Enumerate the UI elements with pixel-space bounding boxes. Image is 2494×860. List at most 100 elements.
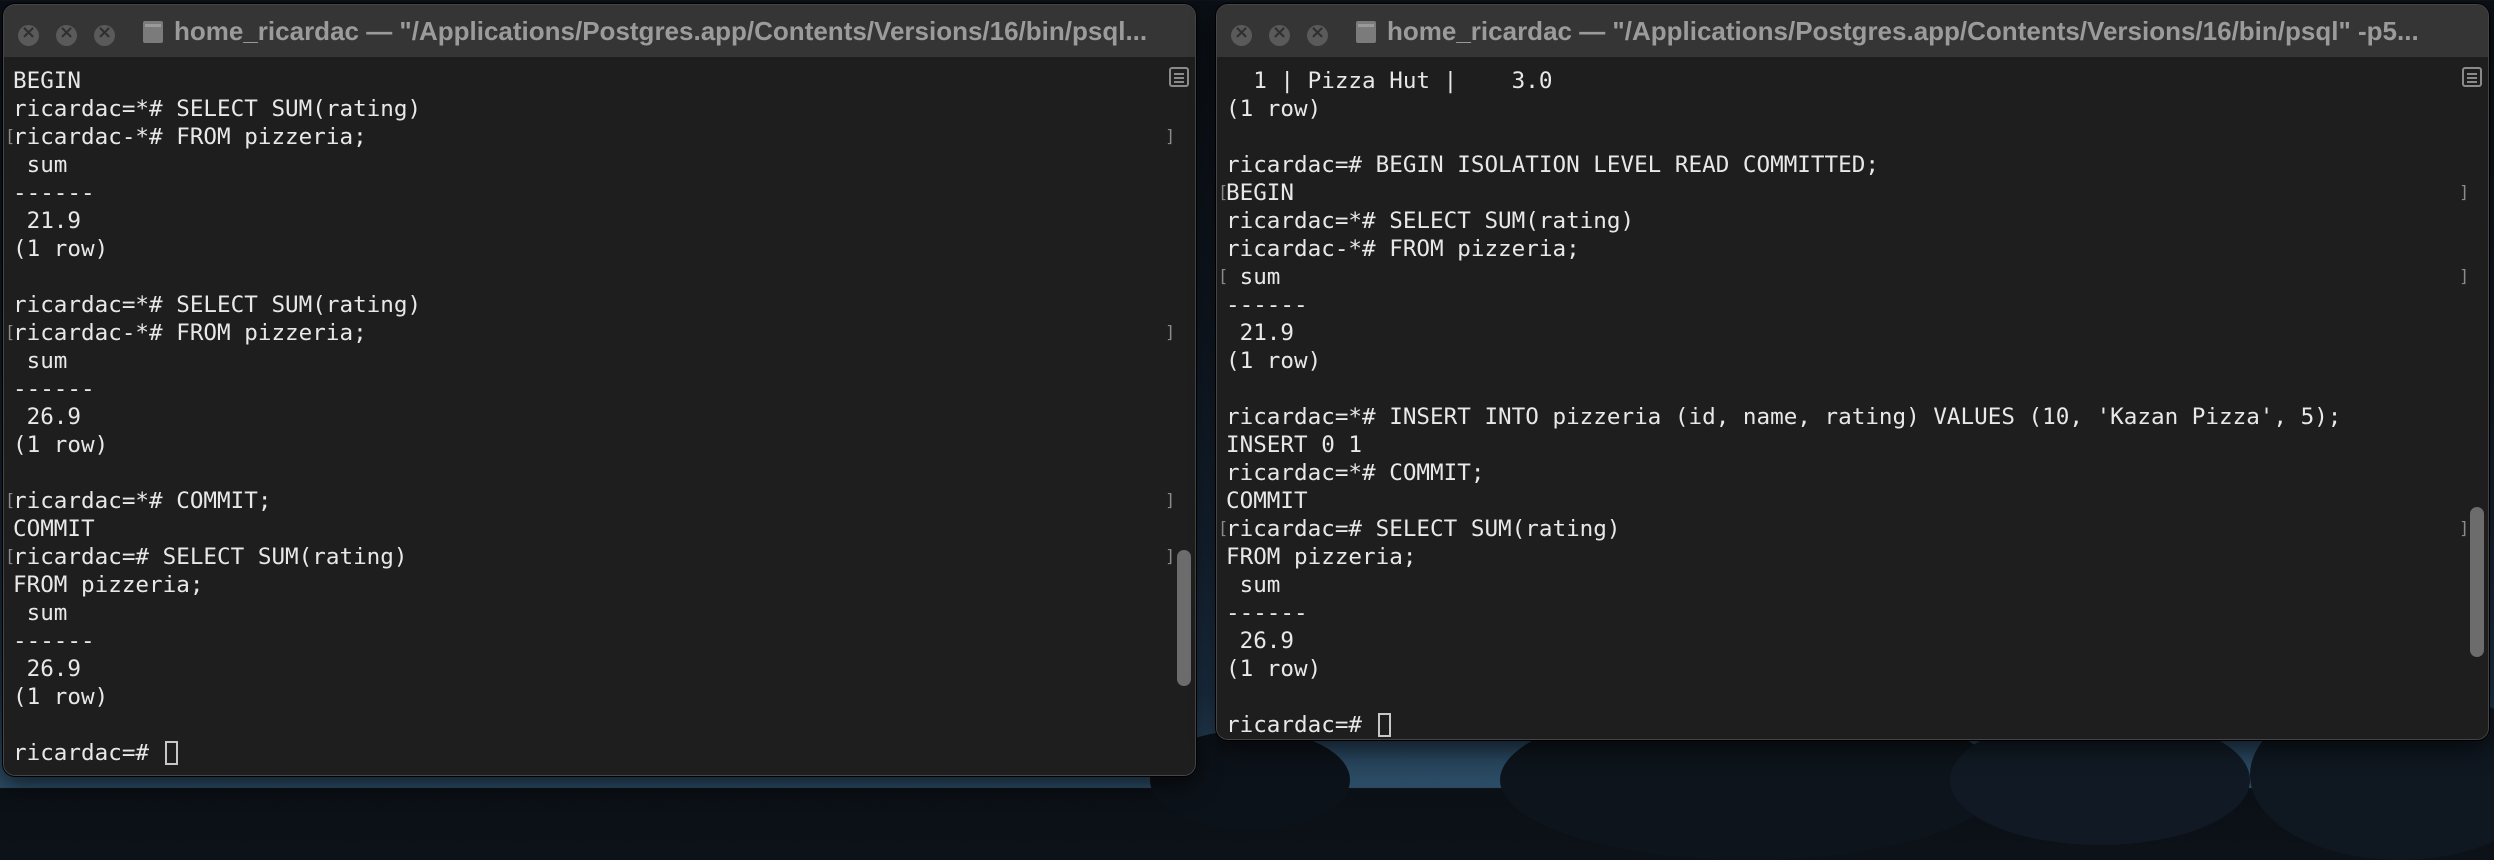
terminal-line: ricardac=*# SELECT SUM(rating) (13, 95, 421, 123)
terminal-line-text: 21.9 (13, 208, 82, 234)
terminal-line: sum (13, 151, 421, 179)
terminal-line-text: (1 row) (13, 684, 109, 710)
terminal-line-text: (1 row) (1226, 96, 1322, 122)
text-cursor (164, 741, 178, 765)
terminal-line-text: sum (1226, 572, 1281, 598)
terminal-line-text: ricardac=*# COMMIT; (1226, 460, 1485, 486)
scrollbar[interactable] (1177, 99, 1191, 769)
terminal-line: ricardac=*# SELECT SUM(rating) (1226, 207, 2341, 235)
scrollbar[interactable] (2470, 99, 2484, 733)
mark-bracket: ] (1165, 491, 1176, 511)
terminal-line-text: ------ (1226, 600, 1308, 626)
terminal-window-left[interactable]: home_ricardac — "/Applications/Postgres.… (3, 4, 1196, 776)
terminal-line: (1 row) (13, 235, 421, 263)
terminal-line-text: ricardac-*# FROM pizzeria; (1226, 236, 1580, 262)
terminal-line-text: 21.9 (1226, 320, 1295, 346)
zoom-icon[interactable] (94, 22, 115, 46)
terminal-line-text: (1 row) (1226, 656, 1322, 682)
terminal-line: BEGIN] (1218, 179, 2469, 207)
terminal-line: 21.9 (13, 207, 421, 235)
terminal-line-text: FROM pizzeria; (13, 572, 204, 598)
zoom-icon[interactable] (1307, 22, 1328, 46)
terminal-line: FROM pizzeria; (1226, 543, 2341, 571)
terminal-line-text: ricardac=*# SELECT SUM(rating) (1226, 208, 1635, 234)
terminal-line-text: ------ (13, 376, 95, 402)
terminal-line-text: (1 row) (13, 236, 109, 262)
terminal-line: sum] (1218, 263, 2469, 291)
terminal-line-text: ricardac=*# COMMIT; (13, 488, 272, 514)
terminal-line: ------ (1226, 599, 2341, 627)
terminal-line: (1 row) (1226, 655, 2341, 683)
marks-icon[interactable] (1169, 67, 1189, 87)
terminal-line: ricardac=# SELECT SUM(rating)] (5, 543, 1175, 571)
minimize-icon[interactable] (56, 22, 77, 46)
terminal-line: ricardac=*# SELECT SUM(rating) (13, 291, 421, 319)
terminal-line: sum (1226, 571, 2341, 599)
folder-icon (1356, 20, 1376, 43)
terminal-output[interactable]: 1 | Pizza Hut | 3.0 (1 row) ricardac=# BEG… (1218, 67, 2469, 739)
close-icon[interactable] (1231, 22, 1252, 46)
terminal-line: ricardac-*# FROM pizzeria; (1226, 235, 2341, 263)
terminal-line-text: BEGIN (1226, 180, 1295, 206)
terminal-content[interactable]: 1 | Pizza Hut | 3.0 (1 row) ricardac=# BEG… (1217, 57, 2488, 739)
terminal-content[interactable]: BEGINricardac=*# SELECT SUM(rating)ricar… (4, 57, 1195, 775)
marks-icon[interactable] (2462, 67, 2482, 87)
terminal-window-right[interactable]: home_ricardac — "/Applications/Postgres.… (1216, 4, 2489, 740)
terminal-line-text: FROM pizzeria; (1226, 544, 1417, 570)
terminal-line-text: ricardac=# (13, 740, 163, 766)
terminal-line: ricardac=# SELECT SUM(rating)] (1218, 515, 2469, 543)
window-title: home_ricardac — "/Applications/Postgres.… (142, 16, 1175, 47)
terminal-line-text: sum (13, 348, 68, 374)
terminal-line: (1 row) (13, 683, 421, 711)
terminal-line: (1 row) (1226, 347, 2341, 375)
window-title: home_ricardac — "/Applications/Postgres.… (1355, 16, 2468, 47)
minimize-icon[interactable] (1269, 22, 1290, 46)
terminal-line-text: ricardac=*# INSERT INTO pizzeria (id, na… (1226, 404, 2342, 430)
title-bar[interactable]: home_ricardac — "/Applications/Postgres.… (1217, 5, 2488, 58)
terminal-line-text: ------ (13, 628, 95, 654)
mark-bracket: ] (2459, 183, 2470, 203)
terminal-line-text: sum (13, 600, 68, 626)
window-title-text: home_ricardac — "/Applications/Postgres.… (1387, 16, 2419, 46)
terminal-line-text: ricardac=# SELECT SUM(rating) (1226, 516, 1621, 542)
folder-icon (143, 20, 163, 43)
terminal-line: sum (13, 347, 421, 375)
terminal-line-text: ricardac=# BEGIN ISOLATION LEVEL READ CO… (1226, 152, 1879, 178)
terminal-line: 26.9 (13, 403, 421, 431)
terminal-line-text: COMMIT (1226, 488, 1308, 514)
terminal-line-text: (1 row) (1226, 348, 1322, 374)
terminal-line-text: ------ (13, 180, 95, 206)
terminal-line-text: ricardac=# (1226, 712, 1376, 738)
terminal-line-text: ricardac=# SELECT SUM(rating) (13, 544, 408, 570)
close-icon[interactable] (18, 22, 39, 46)
terminal-line-text: 26.9 (13, 404, 82, 430)
terminal-output[interactable]: BEGINricardac=*# SELECT SUM(rating)ricar… (5, 67, 1175, 767)
scroll-thumb[interactable] (2470, 507, 2484, 657)
terminal-line: ricardac=*# COMMIT; (1226, 459, 2341, 487)
terminal-line-text: COMMIT (13, 516, 95, 542)
terminal-line: 1 | Pizza Hut | 3.0 (1226, 67, 2341, 95)
mark-bracket: ] (1165, 127, 1176, 147)
terminal-line: sum (13, 599, 421, 627)
terminal-line: ricardac=# BEGIN ISOLATION LEVEL READ CO… (1226, 151, 2341, 179)
scroll-thumb[interactable] (1177, 550, 1191, 686)
terminal-line-text: ricardac=*# SELECT SUM(rating) (13, 292, 422, 318)
terminal-line: ------ (1226, 291, 2341, 319)
title-bar[interactable]: home_ricardac — "/Applications/Postgres.… (4, 5, 1195, 58)
terminal-line: COMMIT (1226, 487, 2341, 515)
terminal-line: INSERT 0 1 (1226, 431, 2341, 459)
window-title-text: home_ricardac — "/Applications/Postgres.… (174, 16, 1148, 46)
terminal-line-text: ricardac=*# SELECT SUM(rating) (13, 96, 422, 122)
mark-bracket: ] (1165, 547, 1176, 567)
terminal-line-text: sum (13, 152, 68, 178)
terminal-line-text: 26.9 (13, 656, 82, 682)
terminal-line: ricardac=# (1226, 711, 2341, 739)
traffic-lights (1231, 22, 1328, 46)
terminal-line: COMMIT (13, 515, 421, 543)
